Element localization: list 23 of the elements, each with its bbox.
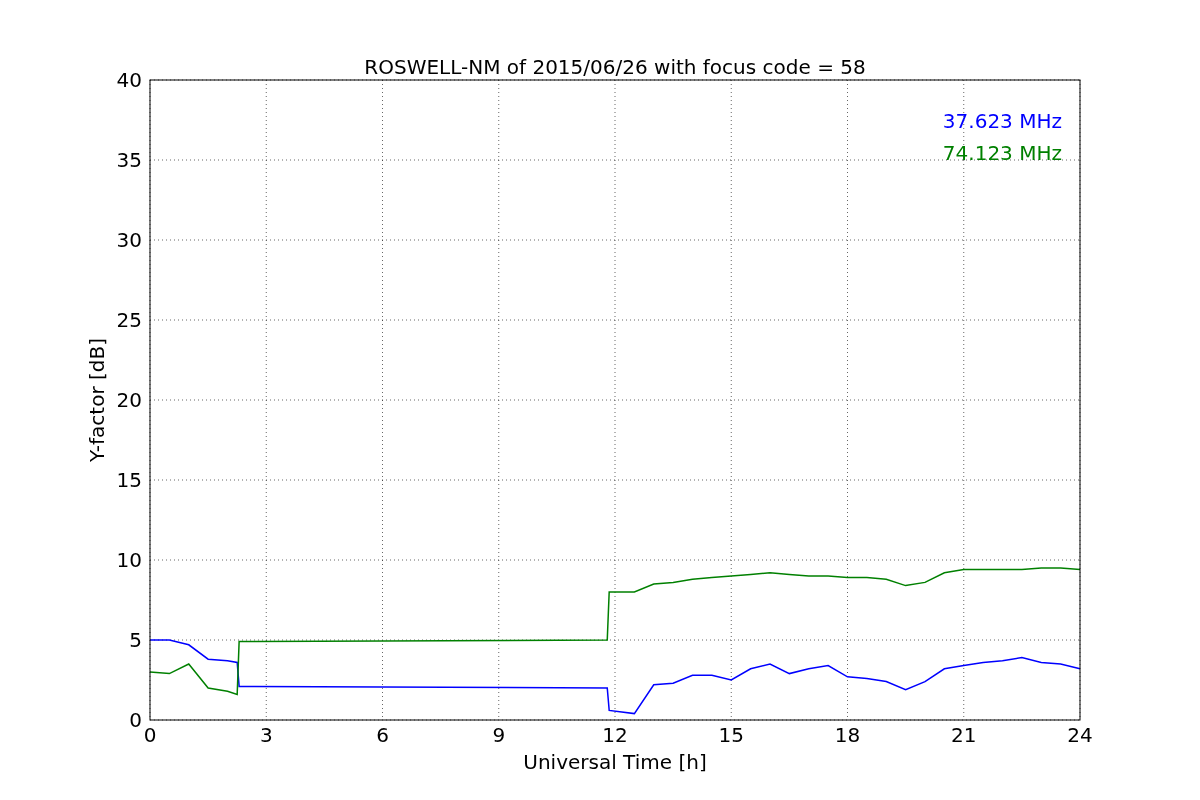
tick-label: 0 xyxy=(143,723,157,747)
tick-label: 18 xyxy=(834,723,861,747)
legend-label: 37.623 MHz xyxy=(942,109,1062,133)
tick-label: 21 xyxy=(951,723,977,747)
tick-label: 40 xyxy=(116,68,142,92)
tick-label: 10 xyxy=(116,548,142,572)
tick-label: 12 xyxy=(602,723,628,747)
y-axis-label: Y-factor [dB] xyxy=(85,338,109,462)
tick-label: 25 xyxy=(116,308,142,332)
tick-label: 15 xyxy=(718,723,744,747)
x-axis-label: Universal Time [h] xyxy=(523,750,707,774)
tick-label: 24 xyxy=(1067,723,1093,747)
tick-label: 6 xyxy=(376,723,389,747)
tick-label: 5 xyxy=(129,628,142,652)
tick-label: 30 xyxy=(116,228,142,252)
tick-label: 15 xyxy=(116,468,142,492)
tick-label: 35 xyxy=(116,148,142,172)
chart-title: ROSWELL-NM of 2015/06/26 with focus code = 58 xyxy=(364,55,866,79)
legend-label: 74.123 MHz xyxy=(942,141,1062,165)
tick-label: 9 xyxy=(492,723,506,747)
tick-label: 3 xyxy=(259,723,273,747)
tick-label: 0 xyxy=(129,708,142,732)
tick-label: 20 xyxy=(116,388,142,412)
